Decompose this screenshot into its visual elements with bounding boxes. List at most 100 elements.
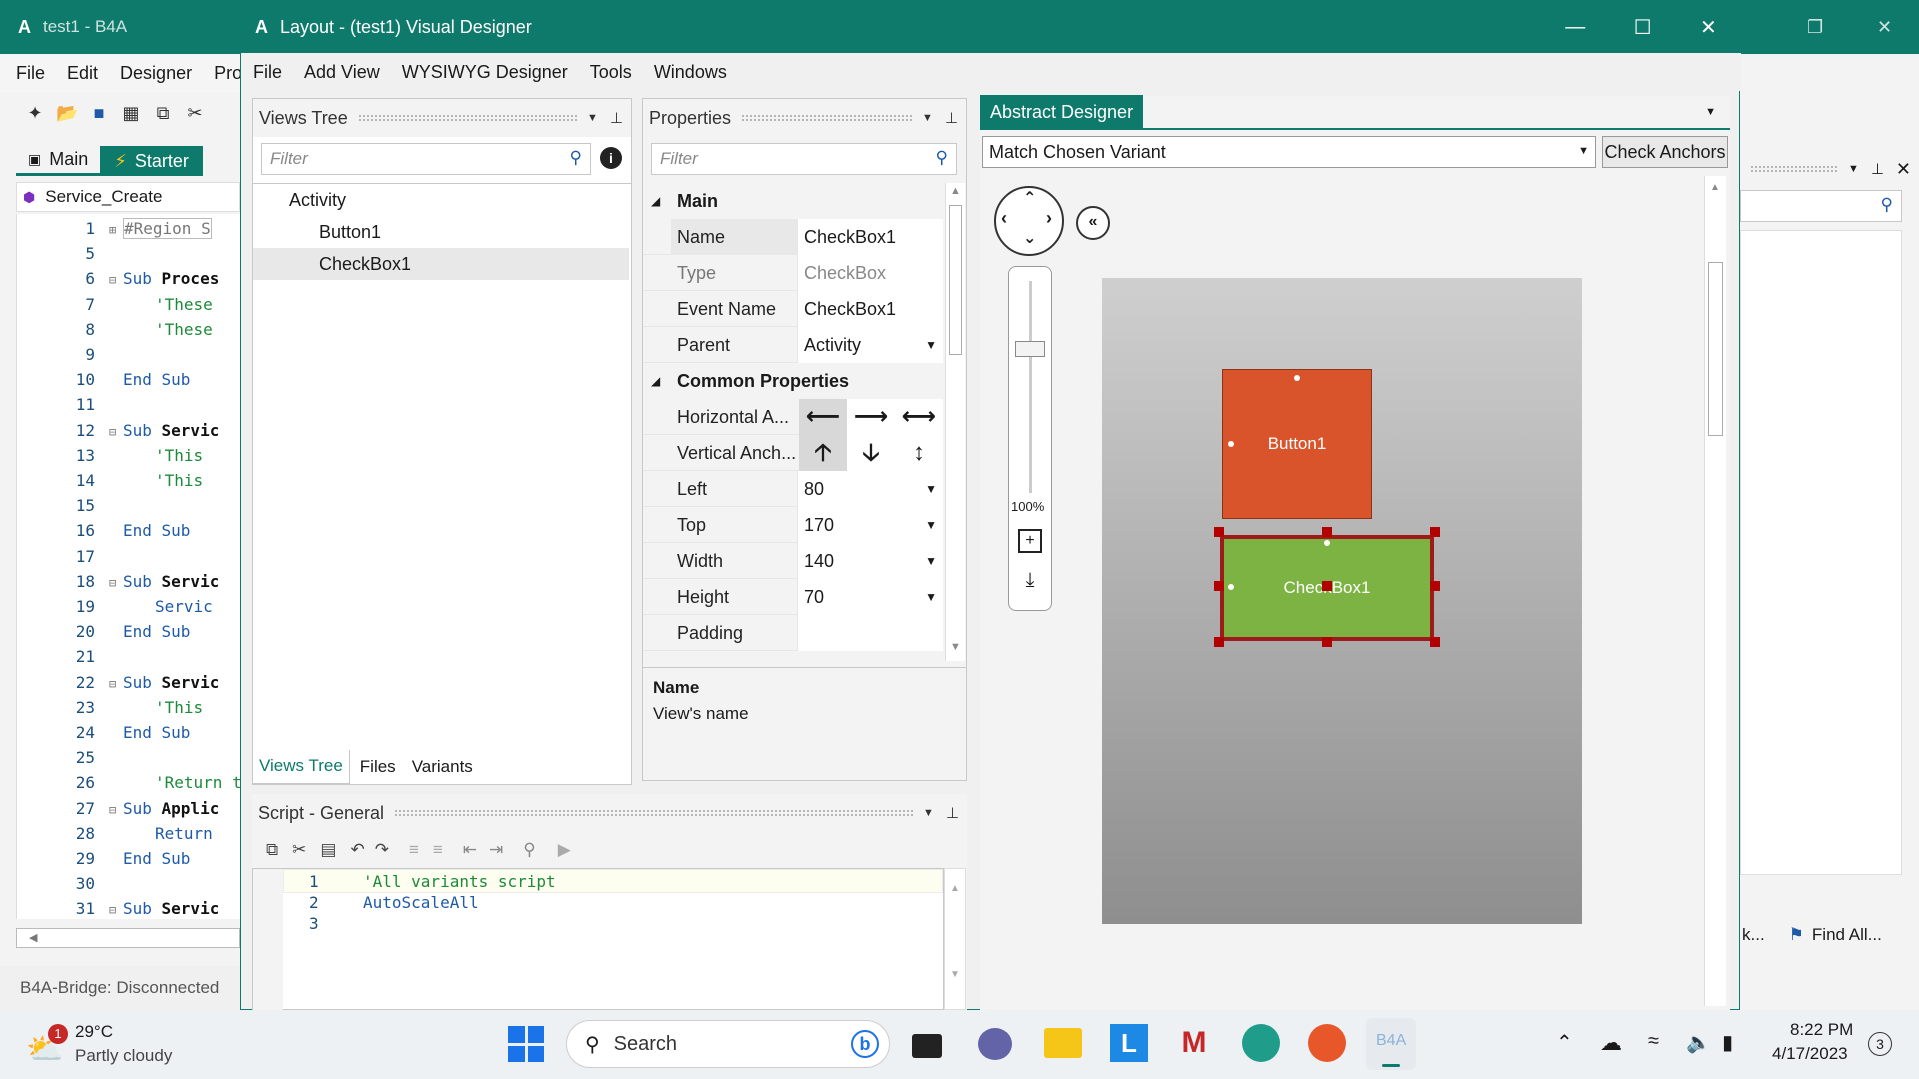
run-icon[interactable]: ▶	[558, 840, 571, 860]
info-icon[interactable]: i	[600, 147, 622, 169]
pin-icon[interactable]: ⊥	[610, 109, 623, 127]
variant-select[interactable]: Match Chosen Variant ▼	[982, 136, 1596, 168]
pin-icon[interactable]: ⊥	[946, 804, 959, 822]
collapse-icon[interactable]: ◢	[651, 363, 660, 399]
dropdown-icon[interactable]: ▼	[587, 112, 598, 124]
comment-icon[interactable]: ≡	[409, 840, 419, 860]
dropdown-icon[interactable]: ▼	[925, 579, 937, 615]
file-explorer-icon[interactable]	[1044, 1028, 1082, 1058]
menu-wysiwyg-designer[interactable]: WYSIWYG Designer	[402, 62, 568, 83]
prop-value[interactable]	[797, 615, 943, 651]
fold-toggle-icon[interactable]: ⊟	[109, 420, 123, 443]
resize-handle[interactable]	[1214, 581, 1224, 591]
resize-handle[interactable]	[1322, 581, 1332, 591]
ide-menu-edit[interactable]: Edit	[67, 63, 98, 84]
prop-row-width[interactable]: Width 140 ▼	[643, 543, 943, 579]
resize-handle[interactable]	[1214, 637, 1224, 647]
fold-toggle-icon[interactable]: ⊞	[109, 218, 123, 241]
paste-icon[interactable]: ▤	[320, 840, 336, 860]
tab-abstract-designer[interactable]: Abstract Designer	[980, 95, 1144, 129]
canvas-button1[interactable]: Button1	[1222, 369, 1372, 519]
undo-icon[interactable]: ↶	[350, 840, 364, 860]
designer-scrollbar[interactable]: ▲	[1704, 176, 1726, 1006]
find-icon[interactable]: ⚲	[523, 840, 535, 860]
tree-item-activity[interactable]: Activity	[253, 184, 629, 216]
bing-icon[interactable]: b	[851, 1030, 879, 1058]
print-icon[interactable]: ▦	[120, 102, 142, 124]
anchor-left-icon[interactable]: ⟵	[799, 399, 847, 435]
scroll-down-icon[interactable]: ▼	[950, 969, 960, 980]
code-editor[interactable]: 1 ⊞ #Region S 5 6 ⊟ Sub Proces 7 'These 8 'These 9 1…	[16, 214, 241, 921]
scroll-down-icon[interactable]: ▼	[950, 641, 961, 653]
resize-handle[interactable]	[1430, 527, 1440, 537]
tab-starter[interactable]: ⚡ Starter	[100, 146, 203, 176]
windows-start-icon[interactable]	[508, 1026, 544, 1062]
tree-item-button1[interactable]: Button1	[253, 216, 629, 248]
pan-up-icon[interactable]: ⌃	[1023, 188, 1036, 208]
b4a-taskbar-button[interactable]: B4A	[1366, 1018, 1416, 1070]
fold-toggle-icon[interactable]: ⊟	[109, 571, 123, 594]
uncomment-icon[interactable]: ≡	[433, 840, 443, 860]
tab-views-tree[interactable]: Views Tree	[252, 750, 350, 784]
edge-icon[interactable]	[1242, 1024, 1280, 1062]
download-icon[interactable]: ⤓	[1018, 569, 1042, 593]
tab-main[interactable]: ▣ Main	[16, 146, 101, 176]
weather-widget[interactable]: ⛅ 1	[24, 1024, 68, 1066]
ide-menu-designer[interactable]: Designer	[120, 63, 192, 84]
teams-chat-icon[interactable]	[978, 1028, 1012, 1060]
resize-handle[interactable]	[1322, 527, 1332, 537]
menu-windows[interactable]: Windows	[654, 62, 727, 83]
indent-icon[interactable]: ⇥	[489, 840, 503, 860]
pin-icon[interactable]: ⊥	[945, 109, 958, 127]
volume-icon[interactable]: 🔈	[1686, 1030, 1711, 1055]
prop-row-padding[interactable]: Padding	[643, 615, 943, 651]
scroll-up-icon[interactable]: ▲	[1710, 182, 1720, 193]
onedrive-icon[interactable]: ☁	[1600, 1030, 1622, 1056]
anchor-both-horizontal-icon[interactable]: ⟷	[895, 399, 943, 435]
restore-icon[interactable]: ❐	[1807, 17, 1823, 38]
menu-file[interactable]: File	[253, 62, 282, 83]
fold-toggle-icon[interactable]: ⊟	[109, 898, 123, 921]
prop-value[interactable]: CheckBox1	[797, 291, 943, 327]
collapse-panel-icon[interactable]: «	[1076, 206, 1110, 240]
firefox-icon[interactable]	[1308, 1024, 1346, 1062]
prop-row-top[interactable]: Top 170 ▼	[643, 507, 943, 543]
taskbar-search[interactable]: ⚲ Search b	[566, 1020, 890, 1068]
pan-down-icon[interactable]: ⌄	[1023, 228, 1036, 248]
fold-toggle-icon[interactable]: ⊟	[109, 672, 123, 695]
code-horizontal-scrollbar[interactable]: ◀	[16, 928, 240, 948]
top-select[interactable]: 170 ▼	[797, 507, 943, 543]
minimize-icon[interactable]: —	[1565, 16, 1585, 39]
anchor-top-icon[interactable]: 🡡	[799, 435, 847, 471]
close-icon[interactable]: ✕	[1877, 17, 1892, 38]
ide-menu-project[interactable]: Pro	[214, 63, 242, 84]
prop-row-height[interactable]: Height 70 ▼	[643, 579, 943, 615]
prop-row-left[interactable]: Left 80 ▼	[643, 471, 943, 507]
menu-add-view[interactable]: Add View	[304, 62, 380, 83]
copy-icon[interactable]: ⧉	[266, 840, 278, 860]
pin-icon[interactable]: ⊥	[1871, 160, 1884, 178]
script-editor[interactable]: 1 'All variants script 2 AutoScaleAll 3	[252, 868, 944, 1011]
mcafee-icon[interactable]: M	[1176, 1024, 1212, 1062]
dropdown-icon[interactable]: ▼	[923, 807, 934, 819]
desktop-app-icon[interactable]	[912, 1034, 942, 1058]
dropdown-icon[interactable]: ▼	[925, 543, 937, 579]
clock-time[interactable]: 8:22 PM	[1790, 1020, 1853, 1040]
scroll-up-icon[interactable]: ▲	[950, 883, 960, 894]
dropdown-icon[interactable]: ▼	[1705, 106, 1716, 118]
zoom-slider-thumb[interactable]	[1015, 341, 1045, 357]
wifi-icon[interactable]: ≈	[1648, 1030, 1659, 1053]
l-app-icon[interactable]: L	[1110, 1024, 1148, 1062]
anchor-both-vertical-icon[interactable]: ↕	[895, 435, 943, 471]
battery-icon[interactable]: ▮	[1722, 1030, 1733, 1055]
left-select[interactable]: 80 ▼	[797, 471, 943, 507]
redo-icon[interactable]: ↷	[375, 840, 389, 860]
cut-icon[interactable]: ✂	[184, 102, 206, 124]
script-scrollbar[interactable]: ▲ ▼	[944, 868, 966, 1010]
anchor-bottom-icon[interactable]: 🡣	[847, 435, 895, 471]
scroll-thumb[interactable]	[1708, 262, 1723, 436]
scroll-left-icon[interactable]: ◀	[29, 929, 37, 947]
scroll-thumb[interactable]	[949, 205, 962, 355]
prop-row-event-name[interactable]: Event Name CheckBox1	[643, 291, 943, 327]
dropdown-icon[interactable]: ▼	[925, 471, 937, 507]
